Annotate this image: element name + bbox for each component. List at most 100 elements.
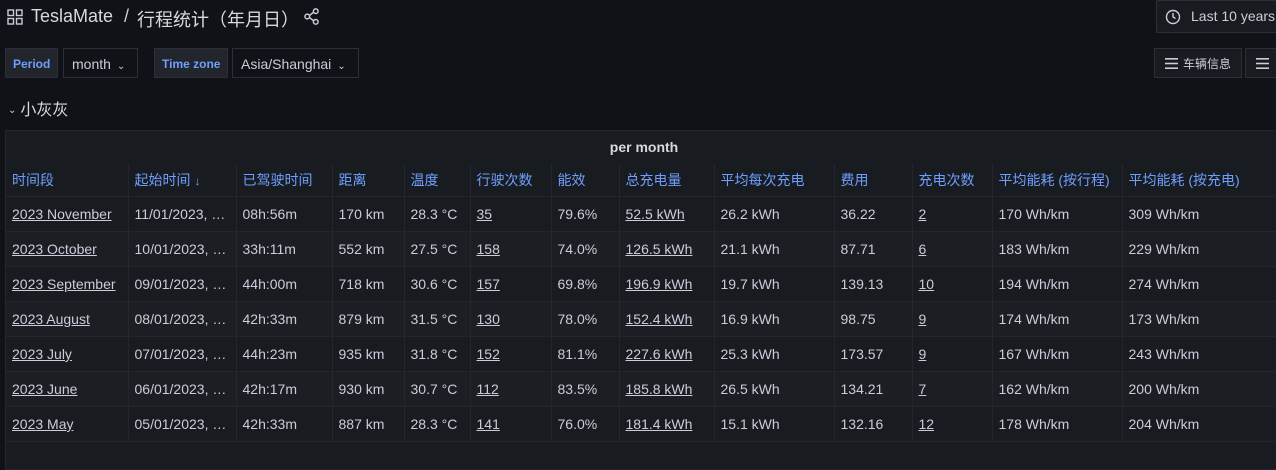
timezone-variable-label: Time zone [154, 48, 229, 78]
period-link[interactable]: 2023 July [6, 336, 129, 372]
charge-count-link[interactable]: 7 [912, 371, 993, 407]
column-header[interactable]: 行驶次数 [470, 164, 552, 197]
charge-count-link[interactable]: 6 [912, 231, 993, 267]
temperature: 31.5 °C [404, 301, 471, 337]
distance: 935 km [332, 336, 405, 372]
drive-count-link[interactable]: 152 [470, 336, 552, 372]
consumption-by-drive: 162 Wh/km [992, 371, 1123, 407]
chevron-down-icon: ⌄ [116, 61, 126, 72]
efficiency: 74.0% [551, 231, 620, 267]
total-charged-link[interactable]: 52.5 kWh [619, 196, 715, 232]
column-header[interactable]: 充电次数 [912, 164, 993, 197]
cost: 134.21 [834, 371, 913, 407]
consumption-by-charge: 204 Wh/km [1122, 406, 1276, 442]
charge-count-link[interactable]: 2 [912, 196, 993, 232]
column-header[interactable]: 平均能耗 (按充电) [1122, 164, 1276, 197]
avg-charge: 25.3 kWh [714, 336, 835, 372]
consumption-by-drive: 194 Wh/km [992, 266, 1123, 302]
period-select-value: month [72, 56, 111, 72]
drive-count-link[interactable]: 112 [470, 371, 552, 407]
total-charged-link[interactable]: 181.4 kWh [619, 406, 715, 442]
apps-grid-icon[interactable] [7, 9, 23, 25]
total-charged-link[interactable]: 185.8 kWh [619, 371, 715, 407]
temperature: 31.8 °C [404, 336, 471, 372]
total-charged-link[interactable]: 152.4 kWh [619, 301, 715, 337]
share-icon[interactable] [303, 8, 320, 25]
period-link[interactable]: 2023 November [6, 196, 129, 232]
drive-duration: 44h:23m [236, 336, 333, 372]
vehicle-info-link[interactable]: 车辆信息 [1154, 48, 1242, 78]
chevron-down-icon: ⌄ [337, 61, 346, 72]
period-select[interactable]: month ⌄ [63, 48, 138, 78]
start-time: 11/01/2023, … [128, 196, 237, 232]
row-collapse-toggle[interactable]: ⌄ 小灰灰 [8, 96, 68, 120]
drive-count-link[interactable]: 130 [470, 301, 552, 337]
charge-count-link[interactable]: 10 [912, 266, 993, 302]
avg-charge: 15.1 kWh [714, 406, 835, 442]
consumption-by-drive: 178 Wh/km [992, 406, 1123, 442]
start-time: 06/01/2023, … [128, 371, 237, 407]
drive-duration: 33h:11m [236, 231, 333, 267]
period-link[interactable]: 2023 June [6, 371, 129, 407]
panel-title[interactable]: per month [6, 131, 1276, 164]
total-charged-link[interactable]: 126.5 kWh [619, 231, 715, 267]
temperature: 30.6 °C [404, 266, 471, 302]
table-row: 2023 May 05/01/2023, … 42h:33m 887 km 28.3 °… [6, 406, 1276, 442]
start-time: 05/01/2023, … [128, 406, 237, 442]
menu-bars-icon [1165, 58, 1178, 69]
charge-count-link[interactable]: 9 [912, 336, 993, 372]
drive-count-link[interactable]: 158 [470, 231, 552, 267]
timezone-select[interactable]: Asia/Shanghai ⌄ [232, 48, 359, 78]
efficiency: 81.1% [551, 336, 620, 372]
drive-count-link[interactable]: 141 [470, 406, 552, 442]
distance: 170 km [332, 196, 405, 232]
column-header[interactable]: 平均每次充电 [714, 164, 835, 197]
column-header[interactable]: 时间段 [6, 164, 129, 197]
efficiency: 76.0% [551, 406, 620, 442]
total-charged-link[interactable]: 196.9 kWh [619, 266, 715, 302]
period-link[interactable]: 2023 October [6, 231, 129, 267]
period-link[interactable]: 2023 September [6, 266, 129, 302]
total-charged-link[interactable]: 227.6 kWh [619, 336, 715, 372]
column-header[interactable]: 距离 [332, 164, 405, 197]
drive-count-link[interactable]: 157 [470, 266, 552, 302]
table-row: 2023 October 10/01/2023, … 33h:11m 552 km 27… [6, 231, 1276, 267]
avg-charge: 26.5 kWh [714, 371, 835, 407]
charge-count-link[interactable]: 9 [912, 301, 993, 337]
period-link[interactable]: 2023 May [6, 406, 129, 442]
start-time: 07/01/2023, … [128, 336, 237, 372]
consumption-by-charge: 200 Wh/km [1122, 371, 1276, 407]
consumption-by-charge: 309 Wh/km [1122, 196, 1276, 232]
sort-descending-icon: ↓ [194, 174, 201, 188]
temperature: 28.3 °C [404, 406, 471, 442]
column-header[interactable]: 总充电量 [619, 164, 715, 197]
efficiency: 78.0% [551, 301, 620, 337]
distance: 930 km [332, 371, 405, 407]
column-header[interactable]: 费用 [834, 164, 913, 197]
drive-count-link[interactable]: 35 [470, 196, 552, 232]
page-title[interactable]: 行程统计（年月日） [137, 6, 299, 32]
period-link[interactable]: 2023 August [6, 301, 129, 337]
efficiency: 83.5% [551, 371, 620, 407]
distance: 887 km [332, 406, 405, 442]
column-header[interactable]: 温度 [404, 164, 471, 197]
table-row: 2023 November 11/01/2023, … 08h:56m 170 km 2… [6, 196, 1276, 232]
consumption-by-charge: 274 Wh/km [1122, 266, 1276, 302]
column-header-sorted[interactable]: 起始时间 ↓ [128, 164, 237, 197]
drive-duration: 42h:33m [236, 301, 333, 337]
column-header[interactable]: 平均能耗 (按行程) [992, 164, 1123, 197]
chevron-down-icon: ⌄ [8, 105, 17, 116]
dashboard-link[interactable] [1245, 48, 1276, 78]
per-month-table-panel: per month 时间段 起始时间 ↓ 已驾驶时间 距离 温度 行驶次数 能效 … [5, 130, 1276, 470]
distance: 718 km [332, 266, 405, 302]
breadcrumb-folder[interactable]: TeslaMate [31, 6, 113, 27]
charge-count-link[interactable]: 12 [912, 406, 993, 442]
column-header[interactable]: 已驾驶时间 [236, 164, 333, 197]
time-range-picker[interactable]: Last 10 years [1156, 0, 1276, 33]
table-row: 2023 September 09/01/2023, … 44h:00m 718 km… [6, 266, 1276, 302]
table-header-row: 时间段 起始时间 ↓ 已驾驶时间 距离 温度 行驶次数 能效 总充电量 平均每次充… [6, 164, 1276, 197]
cost: 36.22 [834, 196, 913, 232]
column-header[interactable]: 能效 [551, 164, 620, 197]
period-variable-label: Period [5, 48, 59, 78]
efficiency: 69.8% [551, 266, 620, 302]
